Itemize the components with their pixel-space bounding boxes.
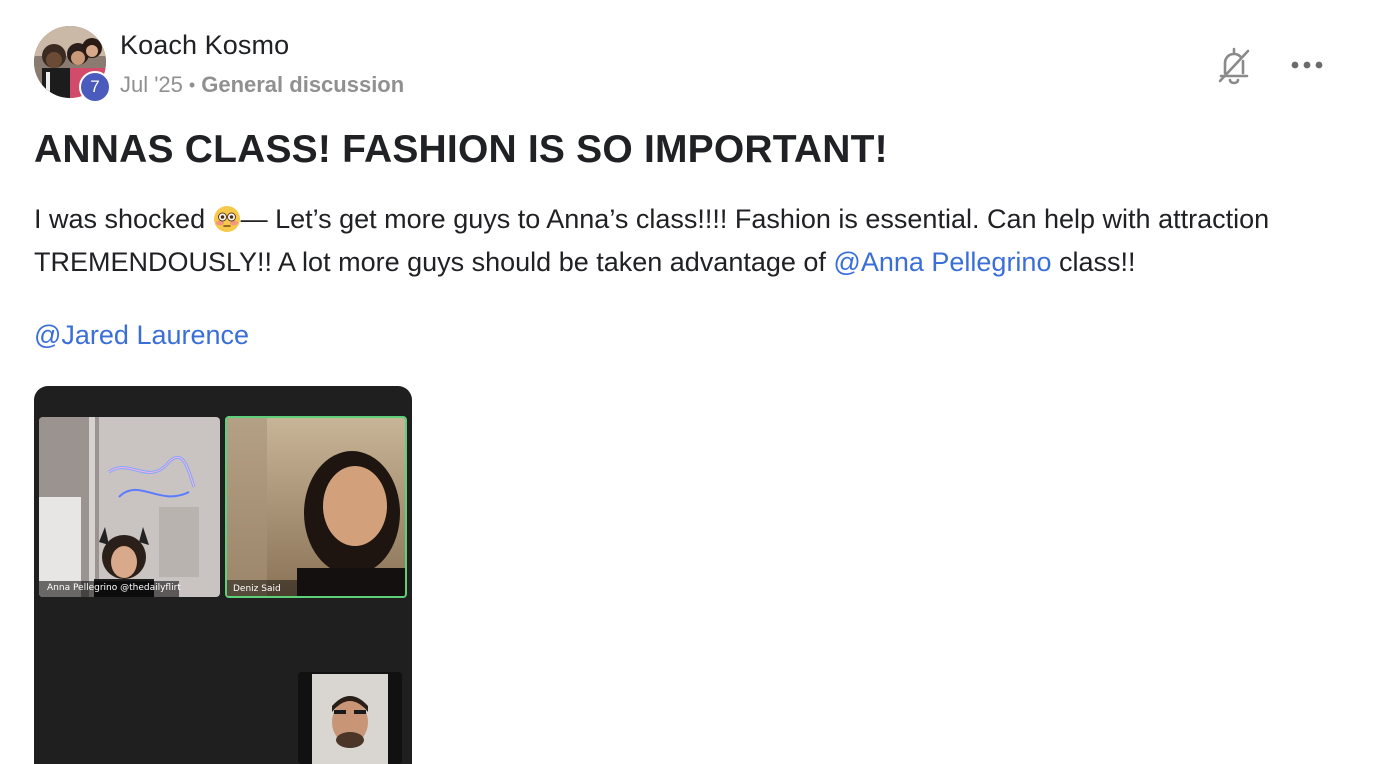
level-badge: 7 [79, 71, 111, 103]
video-tile-anna: Anna Pellegrino @thedailyflirt [39, 417, 220, 597]
bell-off-icon[interactable] [1216, 45, 1252, 85]
participant-label: Deniz Said [233, 584, 281, 594]
flushed-face-emoji [213, 203, 241, 232]
video-tile-deniz: Deniz Said [225, 416, 407, 598]
post-title: ANNAS CLASS! FASHION IS SO IMPORTANT! [34, 128, 888, 171]
mention-jared-laurence[interactable]: @Jared Laurence [34, 320, 249, 350]
post-body: I was shocked — Let’s get more guys to A… [34, 198, 1354, 284]
post-meta: Jul '25 • General discussion [120, 72, 404, 98]
author-name[interactable]: Koach Kosmo [120, 30, 289, 61]
body-text: I was shocked [34, 204, 213, 234]
meta-separator: • [188, 74, 196, 95]
post-date: Jul '25 [120, 72, 183, 97]
post-image-attachment[interactable]: Anna Pellegrino @thedailyflirt Deniz Sai… [34, 386, 412, 764]
post-card: 7 Koach Kosmo Jul '25 • General discussi… [0, 0, 1388, 764]
post-category[interactable]: General discussion [201, 72, 404, 98]
video-tile-self [298, 672, 402, 764]
mention-anna-pellegrino[interactable]: @Anna Pellegrino [833, 247, 1051, 277]
participant-label: Anna Pellegrino @thedailyflirt [47, 583, 181, 593]
body-text-end: class!! [1051, 247, 1136, 277]
more-horizontal-icon[interactable] [1286, 50, 1328, 80]
author-avatar[interactable]: 7 [34, 26, 111, 103]
mention-line: @Jared Laurence [34, 314, 249, 357]
